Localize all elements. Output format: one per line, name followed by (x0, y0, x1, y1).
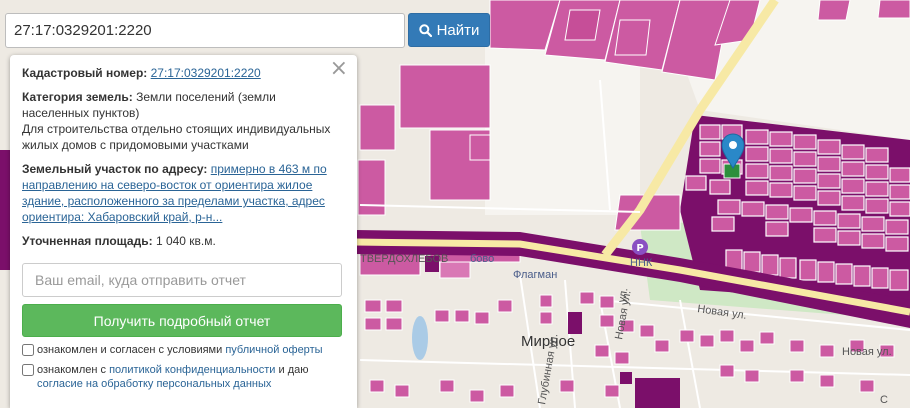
category-label: Категория земель: (22, 90, 133, 104)
search-button[interactable]: Найти (408, 13, 490, 47)
consent-privacy-text: ознакомлен с политикой конфиденциальност… (37, 363, 345, 391)
get-report-button[interactable]: Получить подробный отчет (22, 304, 342, 337)
cadastral-link[interactable]: 27:17:0329201:2220 (151, 66, 261, 80)
svg-text:P: P (636, 243, 643, 254)
consent-privacy-prefix: ознакомлен с (37, 364, 107, 376)
consent-offer-row: ознакомлен и согласен с условиями публич… (22, 343, 345, 357)
cadastral-label: Кадастровый номер: (22, 66, 148, 80)
consent-offer-checkbox[interactable] (22, 344, 34, 356)
map-label-nnk: ННК (630, 257, 653, 269)
personal-data-link[interactable]: согласие на обработку персональных данны… (37, 378, 271, 390)
map-label-flagman: Флагман (513, 269, 557, 281)
map-label-tverdokhlebovo: ТВЕРДОХЛЕБОВ (360, 253, 448, 265)
address-label: Земельный участок по адресу: (22, 162, 208, 176)
left-strip (0, 150, 10, 270)
map-label-corner: С (880, 394, 888, 406)
area-label: Уточненная площадь: (22, 234, 153, 248)
privacy-policy-link[interactable]: политикой конфиденциальности (109, 364, 275, 376)
search-input[interactable] (5, 13, 405, 48)
consent-offer-text: ознакомлен и согласен с условиями публич… (37, 343, 323, 357)
parcel-info-panel: × Кадастровый номер: 27:17:0329201:2220 … (10, 55, 357, 408)
purpose-text: Для строительства отдельно стоящих индив… (22, 122, 331, 152)
consent-privacy-middle: и даю (278, 364, 309, 376)
area-row: Уточненная площадь: 1 040 кв.м. (22, 233, 345, 249)
category-row: Категория земель: Земли поселений (земли… (22, 89, 345, 153)
search-icon (418, 23, 432, 37)
gas-station-icon[interactable]: P (632, 239, 648, 255)
lake (412, 316, 428, 360)
cadastral-row: Кадастровый номер: 27:17:0329201:2220 (22, 65, 345, 81)
consent-privacy-row: ознакомлен с политикой конфиденциальност… (22, 363, 345, 391)
area-value: 1 040 кв.м. (155, 234, 216, 248)
map-label-bovo: бово (470, 253, 494, 265)
public-offer-link[interactable]: публичной оферты (225, 344, 322, 356)
address-row: Земельный участок по адресу: примерно в … (22, 161, 345, 225)
consent-offer-prefix: ознакомлен и согласен с условиями (37, 344, 223, 356)
map-label-novaya-3: Новая ул. (842, 346, 892, 358)
email-field[interactable] (22, 263, 342, 297)
close-icon[interactable]: × (330, 58, 348, 80)
open-area (485, 45, 640, 215)
map-label-ul: ул. (616, 287, 630, 304)
search-button-label: Найти (436, 21, 480, 39)
consent-privacy-checkbox[interactable] (22, 364, 34, 376)
